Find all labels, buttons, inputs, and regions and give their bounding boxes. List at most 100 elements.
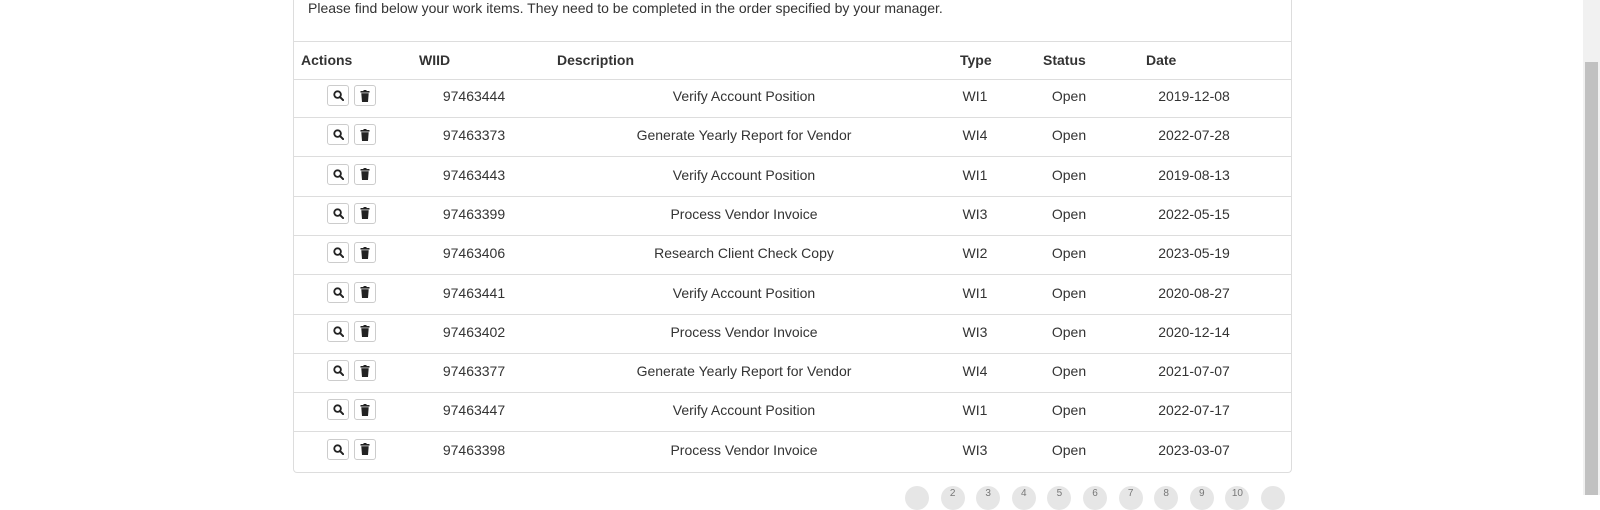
table-row: 97463402 Process Vendor Invoice WI3 Open 202… bbox=[294, 314, 1291, 354]
header-description: Description bbox=[557, 52, 635, 68]
trash-icon bbox=[360, 325, 370, 338]
cell-type: WI3 bbox=[962, 441, 988, 458]
page-button-2[interactable]: 2 bbox=[940, 486, 965, 510]
pagination: 2 3 4 5 6 7 8 9 10 bbox=[905, 486, 1290, 510]
cell-date: 2021-07-07 bbox=[1158, 363, 1230, 380]
cell-wiid: 97463402 bbox=[442, 323, 506, 340]
cell-description: Verify Account Position bbox=[672, 88, 816, 104]
view-button[interactable] bbox=[327, 320, 349, 342]
view-button[interactable] bbox=[327, 399, 349, 421]
vertical-scrollbar[interactable] bbox=[1583, 0, 1600, 495]
page-button-5[interactable]: 5 bbox=[1047, 486, 1072, 510]
cell-description: Research Client Check Copy bbox=[654, 245, 834, 262]
table-row: 97463441 Verify Account Position WI1 Open 20… bbox=[294, 275, 1291, 315]
work-items-panel: Please find below your work items. They … bbox=[293, 0, 1292, 473]
cell-date: 2020-08-27 bbox=[1158, 284, 1230, 301]
cell-wiid: 97463447 bbox=[442, 402, 506, 419]
search-icon bbox=[332, 90, 344, 101]
view-button[interactable] bbox=[327, 163, 349, 185]
cell-type: WI4 bbox=[962, 127, 988, 144]
cell-status: Open bbox=[1051, 441, 1087, 458]
view-button[interactable] bbox=[327, 242, 349, 264]
view-button[interactable] bbox=[327, 124, 349, 146]
cell-type: WI1 bbox=[962, 166, 988, 183]
cell-wiid: 97463443 bbox=[442, 166, 506, 183]
cell-type: WI4 bbox=[962, 363, 988, 380]
delete-button[interactable] bbox=[354, 281, 376, 303]
cell-date: 2019-12-08 bbox=[1158, 88, 1230, 104]
trash-icon bbox=[360, 286, 370, 298]
cell-wiid: 97463398 bbox=[442, 441, 506, 458]
trash-icon bbox=[360, 168, 370, 181]
page-button-9[interactable]: 9 bbox=[1189, 486, 1214, 510]
cell-type: WI1 bbox=[962, 402, 988, 419]
delete-button[interactable] bbox=[354, 242, 376, 264]
cell-wiid: 97463399 bbox=[442, 205, 506, 222]
cell-status: Open bbox=[1051, 88, 1087, 104]
cell-description: Verify Account Position bbox=[672, 402, 816, 419]
trash-icon bbox=[360, 246, 370, 259]
next-page-button[interactable] bbox=[1261, 486, 1285, 510]
header-date: Date bbox=[1146, 52, 1177, 68]
table-row: 97463443 Verify Account Position WI1 Open 20… bbox=[294, 157, 1291, 197]
trash-icon bbox=[360, 443, 370, 456]
delete-button[interactable] bbox=[354, 202, 376, 224]
cell-status: Open bbox=[1051, 284, 1087, 301]
cell-status: Open bbox=[1051, 166, 1087, 183]
delete-button[interactable] bbox=[354, 399, 376, 421]
search-icon bbox=[332, 444, 344, 455]
search-icon bbox=[332, 404, 344, 416]
view-button[interactable] bbox=[327, 202, 349, 224]
cell-type: WI1 bbox=[962, 284, 988, 301]
view-button[interactable] bbox=[327, 281, 349, 303]
search-icon bbox=[332, 286, 344, 298]
page-button-10[interactable]: 10 bbox=[1225, 486, 1250, 510]
cell-description: Process Vendor Invoice bbox=[670, 205, 818, 222]
header-type: Type bbox=[960, 52, 992, 68]
trash-icon bbox=[360, 128, 370, 141]
cell-description: Verify Account Position bbox=[672, 166, 816, 183]
cell-status: Open bbox=[1051, 363, 1087, 380]
cell-status: Open bbox=[1051, 205, 1087, 222]
delete-button[interactable] bbox=[354, 360, 376, 382]
scrollbar-thumb[interactable] bbox=[1585, 62, 1598, 495]
header-wiid: WIID bbox=[419, 52, 451, 68]
page-button-8[interactable]: 8 bbox=[1154, 486, 1179, 510]
cell-description: Generate Yearly Report for Vendor bbox=[636, 127, 852, 144]
cell-wiid: 97463444 bbox=[442, 88, 506, 104]
view-button[interactable] bbox=[327, 85, 349, 106]
cell-type: WI3 bbox=[962, 205, 988, 222]
cell-date: 2019-08-13 bbox=[1158, 166, 1230, 183]
delete-button[interactable] bbox=[354, 320, 376, 342]
delete-button[interactable] bbox=[354, 163, 376, 185]
cell-date: 2022-07-28 bbox=[1158, 127, 1230, 144]
search-icon bbox=[332, 168, 344, 180]
search-icon bbox=[332, 208, 344, 219]
delete-button[interactable] bbox=[354, 85, 376, 106]
table-row: 97463373 Generate Yearly Report for Vendo… bbox=[294, 117, 1291, 158]
page-button-4[interactable]: 4 bbox=[1011, 486, 1036, 510]
header-actions: Actions bbox=[301, 52, 353, 68]
view-button[interactable] bbox=[327, 360, 349, 382]
header-status: Status bbox=[1043, 52, 1086, 68]
delete-button[interactable] bbox=[354, 124, 376, 146]
cell-status: Open bbox=[1051, 402, 1087, 419]
search-icon bbox=[332, 129, 344, 141]
cell-description: Verify Account Position bbox=[672, 284, 816, 301]
search-icon bbox=[332, 365, 344, 377]
table-header: Actions WIID Description Type Status Dat… bbox=[294, 41, 1291, 80]
page-button-6[interactable]: 6 bbox=[1083, 486, 1107, 510]
search-icon bbox=[332, 247, 344, 259]
cell-type: WI2 bbox=[962, 245, 988, 262]
search-icon bbox=[332, 326, 344, 337]
cell-status: Open bbox=[1051, 245, 1087, 262]
page-button-3[interactable]: 3 bbox=[976, 486, 1001, 510]
cell-description: Process Vendor Invoice bbox=[670, 441, 818, 458]
delete-button[interactable] bbox=[354, 438, 376, 460]
trash-icon bbox=[360, 403, 370, 416]
page-button-7[interactable]: 7 bbox=[1118, 486, 1143, 510]
view-button[interactable] bbox=[327, 438, 349, 460]
cell-status: Open bbox=[1051, 323, 1087, 340]
cell-date: 2022-05-15 bbox=[1158, 205, 1230, 222]
prev-page-button[interactable] bbox=[905, 486, 929, 510]
